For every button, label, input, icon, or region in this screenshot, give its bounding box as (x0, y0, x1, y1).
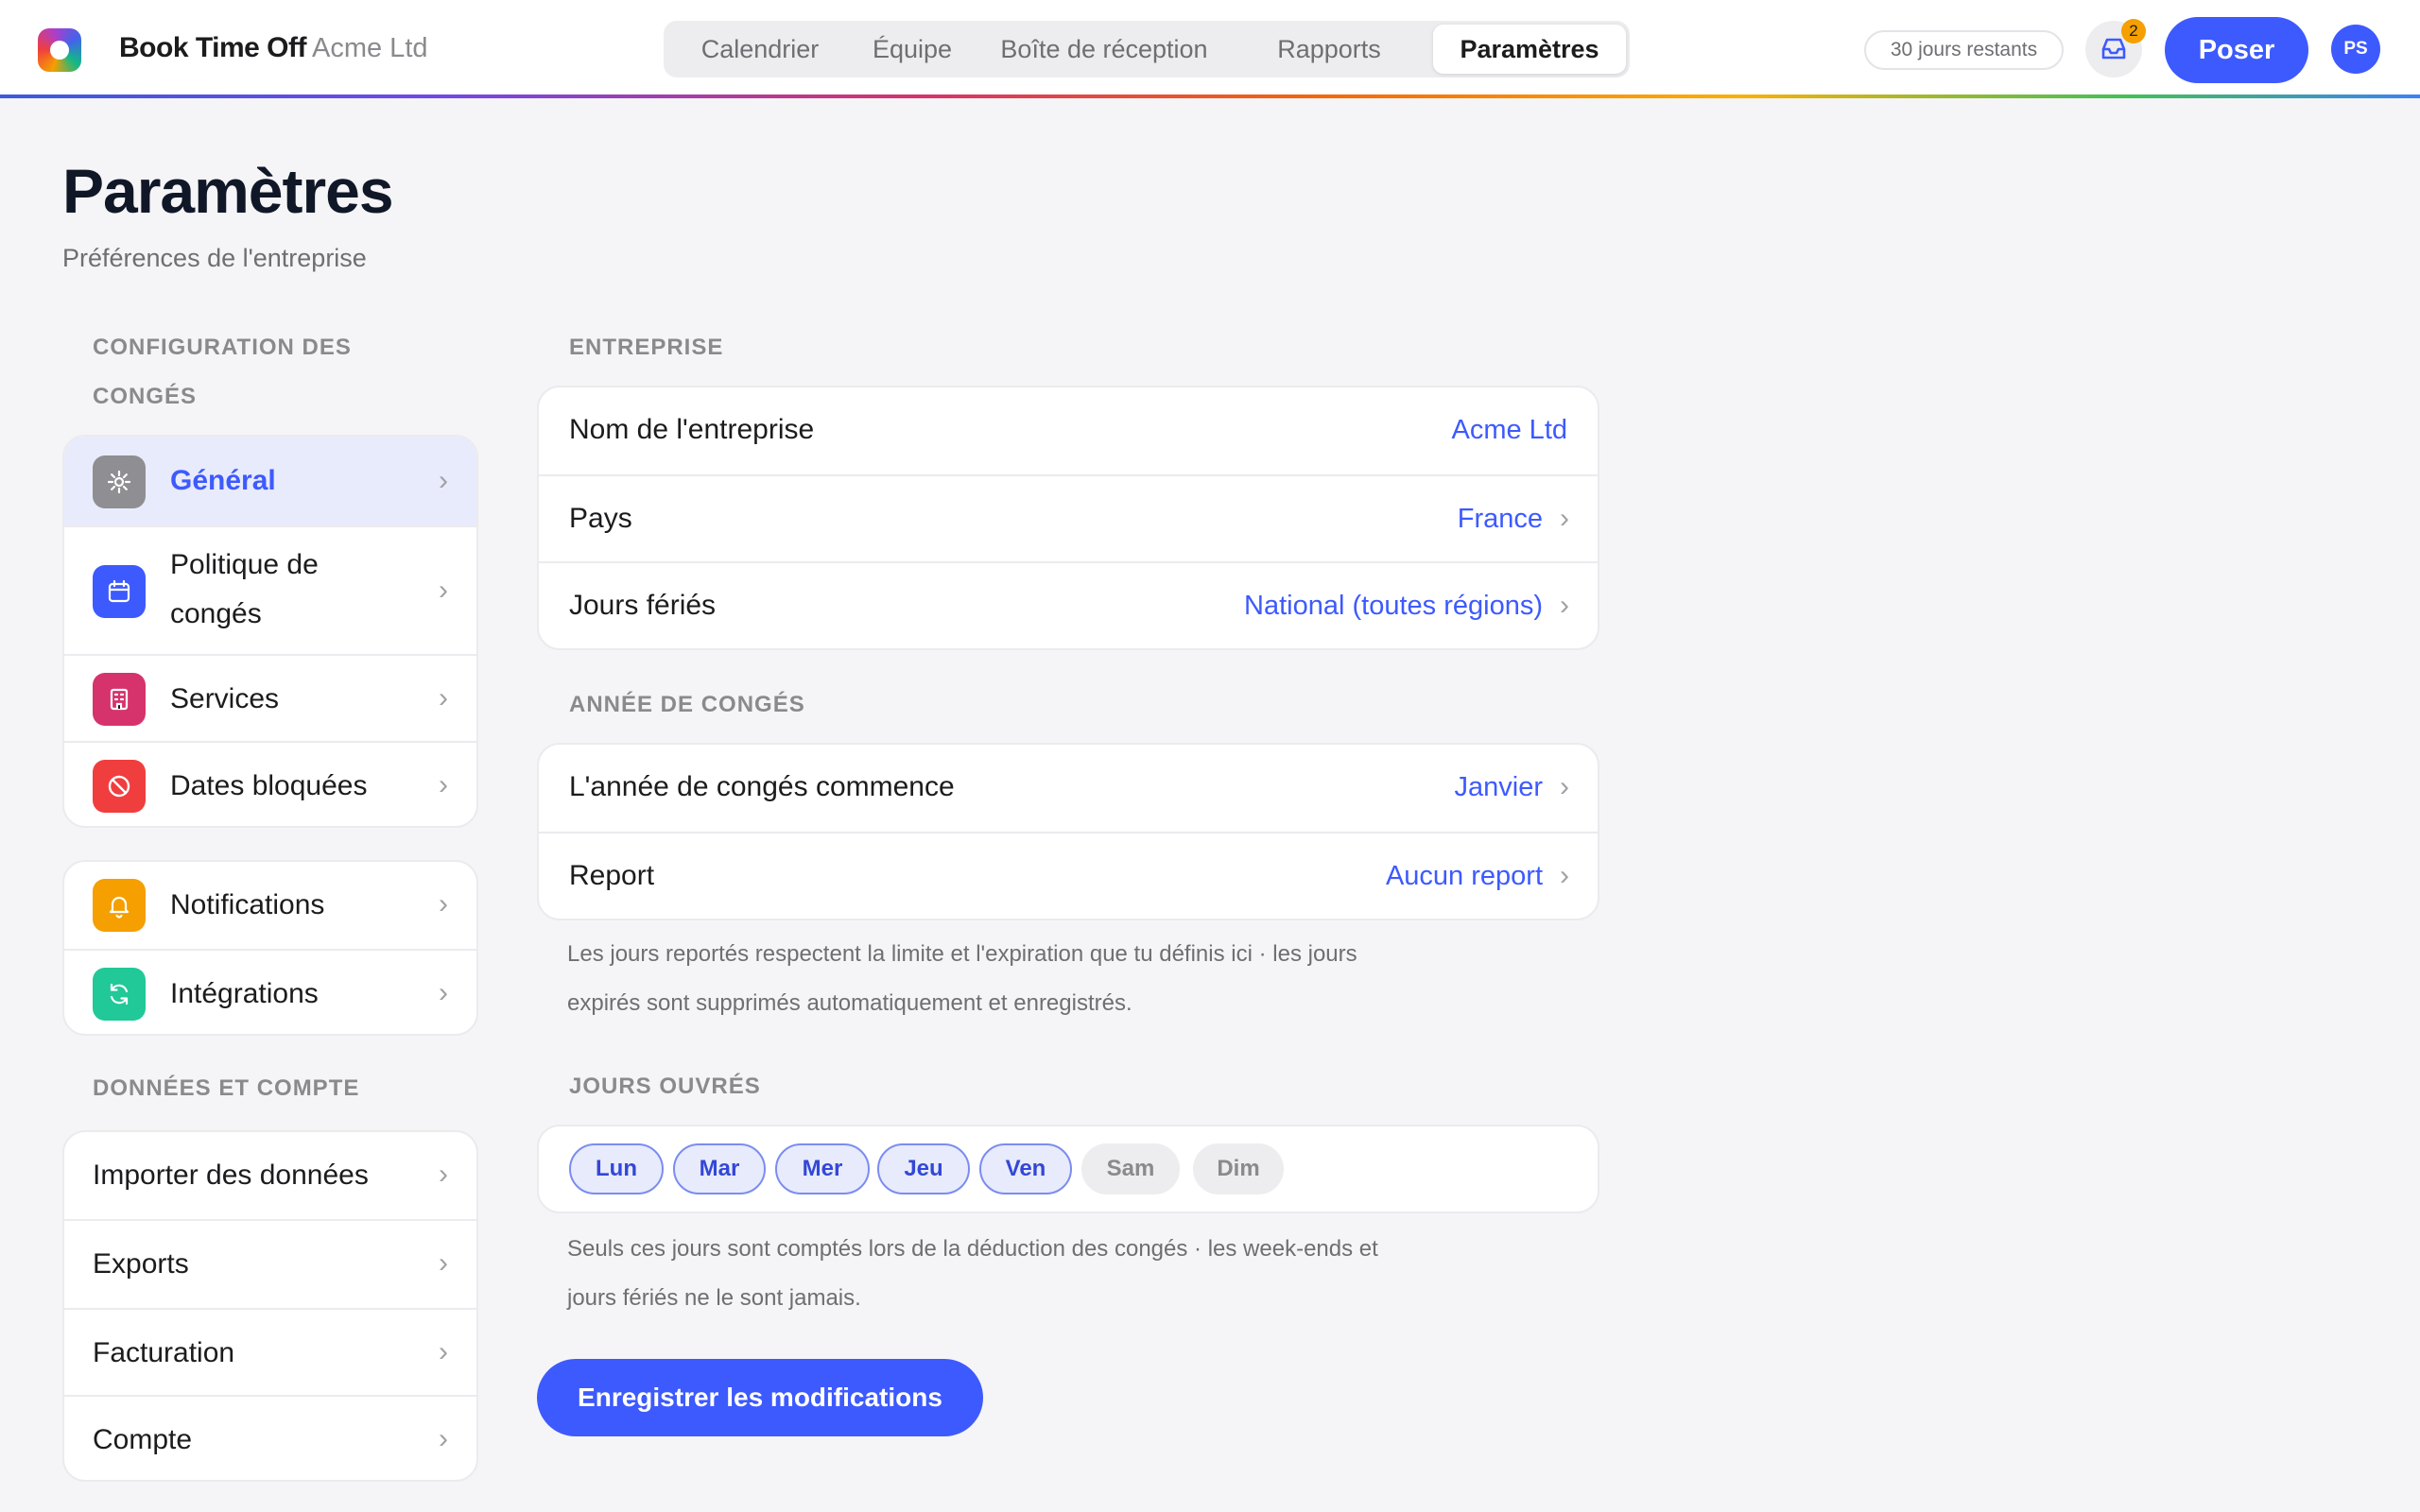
chevron-right-icon: › (1560, 860, 1569, 891)
menu-item-label: Politique de congés (170, 549, 319, 629)
day-toggle-sun[interactable]: Dim (1193, 1143, 1284, 1194)
day-toggle-fri[interactable]: Ven (979, 1143, 1072, 1194)
other-settings-menu: Notifications › Intégrations › (62, 860, 478, 1036)
bell-icon (93, 879, 146, 932)
menu-item-general[interactable]: Général › (64, 437, 476, 525)
chevron-right-icon: › (439, 1423, 448, 1454)
day-toggle-wed[interactable]: Mer (775, 1143, 870, 1194)
menu-item-label: Intégrations (170, 978, 319, 1009)
section-label-company: ENTREPRISE (569, 335, 724, 360)
page-title: Paramètres (62, 156, 394, 226)
menu-item-account[interactable]: Compte › (64, 1395, 476, 1480)
help-line: jours fériés ne le sont jamais. (567, 1285, 861, 1311)
day-toggle-sat[interactable]: Sam (1081, 1143, 1180, 1194)
section-label-leave-config: CONFIGURATION DES CONGÉS (93, 335, 352, 409)
setting-label: L'année de congés commence (569, 771, 955, 802)
menu-item-label: Exports (93, 1248, 189, 1280)
chevron-right-icon: › (439, 977, 448, 1008)
chevron-right-icon: › (439, 1336, 448, 1367)
menu-item-import[interactable]: Importer des données › (64, 1132, 476, 1219)
setting-row-country[interactable]: Pays France › (539, 474, 1598, 561)
day-toggle-thu[interactable]: Jeu (877, 1143, 970, 1194)
company-name: Acme Ltd (312, 33, 428, 63)
tab-reports[interactable]: Rapports (1236, 25, 1422, 74)
setting-row-year-start[interactable]: L'année de congés commence Janvier › (539, 745, 1598, 832)
app-name: Book Time Off (119, 32, 306, 63)
calendar-icon (93, 565, 146, 618)
user-avatar[interactable]: PS (2331, 25, 2380, 74)
company-settings-card: Nom de l'entreprise Acme Ltd Pays France… (537, 386, 1599, 650)
menu-item-label: Notifications (170, 889, 325, 920)
tab-settings[interactable]: Paramètres (1433, 25, 1626, 74)
tab-inbox[interactable]: Boîte de réception (972, 25, 1236, 74)
setting-value: Janvier (1454, 772, 1544, 802)
setting-label: Jours fériés (569, 590, 717, 621)
chevron-right-icon: › (439, 1159, 448, 1190)
setting-row-company-name[interactable]: Nom de l'entreprise Acme Ltd (539, 387, 1598, 474)
setting-value: Acme Ltd (1451, 415, 1568, 445)
setting-row-carryover[interactable]: Report Aucun report › (539, 832, 1598, 919)
setting-row-holidays[interactable]: Jours fériés National (toutes régions) › (539, 561, 1598, 648)
setting-value: France (1457, 504, 1543, 534)
setting-value: National (toutes régions) (1244, 591, 1543, 621)
chevron-right-icon: › (439, 682, 448, 713)
menu-item-notifications[interactable]: Notifications › (64, 862, 476, 949)
menu-item-exports[interactable]: Exports › (64, 1219, 476, 1308)
page-subtitle: Préférences de l'entreprise (62, 244, 367, 272)
help-line: expirés sont supprimés automatiquement e… (567, 990, 1132, 1016)
building-icon (93, 673, 146, 726)
working-days-help-text: Seuls ces jours sont comptés lors de la … (567, 1225, 1512, 1323)
carryover-help-text: Les jours reportés respectent la limite … (567, 930, 1512, 1028)
top-bar: Book Time Off Acme Ltd Calendrier Équipe… (0, 0, 2420, 98)
top-gradient-divider (0, 94, 2420, 98)
request-leave-button[interactable]: Poser (2165, 17, 2308, 83)
section-label-working-days: JOURS OUVRÉS (569, 1074, 761, 1099)
block-icon (93, 760, 146, 813)
chevron-right-icon: › (1560, 503, 1569, 534)
data-account-menu: Importer des données › Exports › Factura… (62, 1130, 478, 1482)
chevron-right-icon: › (439, 575, 448, 606)
menu-item-services[interactable]: Services › (64, 654, 476, 741)
main-nav: Calendrier Équipe Boîte de réception Rap… (664, 21, 1630, 77)
menu-item-label: Dates bloquées (170, 770, 368, 801)
menu-item-leave-policy[interactable]: Politique de congés › (64, 525, 476, 654)
menu-item-integrations[interactable]: Intégrations › (64, 949, 476, 1034)
chevron-right-icon: › (1560, 771, 1569, 802)
menu-item-blocked-dates[interactable]: Dates bloquées › (64, 741, 476, 826)
chevron-right-icon: › (439, 465, 448, 496)
chevron-right-icon: › (1560, 590, 1569, 621)
help-line: Seuls ces jours sont comptés lors de la … (567, 1236, 1378, 1262)
section-label-data-account: DONNÉES ET COMPTE (93, 1075, 360, 1101)
menu-item-label: Général (170, 465, 276, 496)
setting-label: Nom de l'entreprise (569, 414, 815, 445)
help-line: Les jours reportés respectent la limite … (567, 941, 1357, 967)
app-logo-icon[interactable] (38, 28, 81, 72)
tab-calendar[interactable]: Calendrier (667, 25, 853, 74)
setting-label: Report (569, 860, 655, 891)
leave-config-menu: Général › Politique de congés › Services… (62, 435, 478, 828)
gear-icon (93, 455, 146, 508)
menu-item-label: Importer des données (93, 1160, 369, 1191)
section-label-leave-year: ANNÉE DE CONGÉS (569, 692, 805, 717)
chevron-right-icon: › (439, 888, 448, 919)
save-changes-button[interactable]: Enregistrer les modifications (537, 1359, 983, 1436)
working-days-card: Lun Mar Mer Jeu Ven Sam Dim (537, 1125, 1599, 1213)
days-left-badge: 30 jours restants (1864, 30, 2064, 70)
leave-year-card: L'année de congés commence Janvier › Rep… (537, 743, 1599, 920)
menu-item-label: Facturation (93, 1337, 235, 1368)
menu-item-billing[interactable]: Facturation › (64, 1308, 476, 1395)
setting-label: Pays (569, 503, 632, 534)
chevron-right-icon: › (439, 769, 448, 800)
day-toggle-tue[interactable]: Mar (673, 1143, 766, 1194)
sync-icon (93, 968, 146, 1021)
menu-item-label: Services (170, 683, 280, 714)
inbox-icon (2101, 38, 2126, 60)
chevron-right-icon: › (439, 1247, 448, 1279)
setting-value: Aucun report (1385, 861, 1543, 891)
inbox-count-badge: 2 (2121, 19, 2146, 43)
tab-team[interactable]: Équipe (853, 25, 972, 74)
day-toggle-mon[interactable]: Lun (569, 1143, 664, 1194)
menu-item-label: Compte (93, 1424, 193, 1455)
